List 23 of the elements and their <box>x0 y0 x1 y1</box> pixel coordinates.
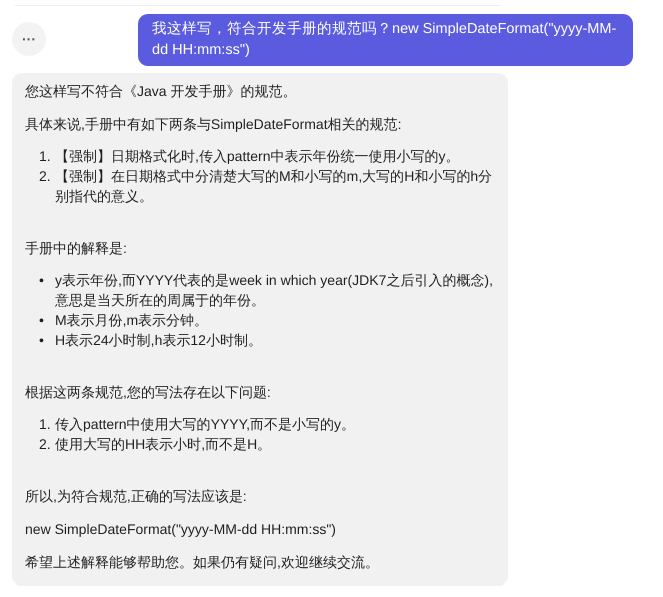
list-item-text: H表示24小时制,h表示12小时制。 <box>55 331 262 350</box>
bullet: • <box>39 331 45 350</box>
bullet: • <box>39 311 45 330</box>
list-number: 2. <box>39 435 52 454</box>
reply-paragraph: 希望上述解释能够帮助您。如果仍有疑问,欢迎继续交流。 <box>25 553 380 572</box>
reply-paragraph: 手册中的解释是: <box>25 239 128 258</box>
list-item-text: M表示月份,m表示分钟。 <box>55 311 208 330</box>
list-number: 1. <box>39 415 52 434</box>
reply-paragraph: 根据这两条规范,您的写法存在以下问题: <box>25 383 272 402</box>
reply-paragraph: new SimpleDateFormat("yyyy-MM-dd HH:mm:ss") <box>25 520 337 539</box>
list-item-text: 【强制】在日期格式中分清楚大写的M和小写的m,大写的H和小写的h分别指代的意义。 <box>55 167 494 206</box>
bullet: • <box>39 271 45 290</box>
user-message-bubble: 我这样写，符合开发手册的规范吗？new SimpleDateFormat("yyyy-MM-dd HH:mm:ss") <box>138 14 633 66</box>
more-button[interactable]: ··· <box>12 22 46 56</box>
list-item-text: 传入pattern中使用大写的YYYY,而不是小写的y。 <box>55 415 356 434</box>
list-item-text: 使用大写的HH表示小时,而不是H。 <box>55 435 272 454</box>
list-number: 2. <box>39 167 52 186</box>
list-item-text: 【强制】日期格式化时,传入pattern中表示年份统一使用小写的y。 <box>55 147 460 166</box>
reply-paragraph: 具体来说,手册中有如下两条与SimpleDateFormat相关的规范: <box>25 115 402 134</box>
list-item-text: y表示年份,而YYYY代表的是week in which year(JDK7之后引入的概念),意思是当天所在的周属于的年份。 <box>55 271 494 310</box>
list-number: 1. <box>39 147 52 166</box>
reply-paragraph: 所以,为符合规范,正确的写法应该是: <box>25 487 248 506</box>
reply-paragraph: 您这样写不符合《Java 开发手册》的规范。 <box>25 82 298 101</box>
